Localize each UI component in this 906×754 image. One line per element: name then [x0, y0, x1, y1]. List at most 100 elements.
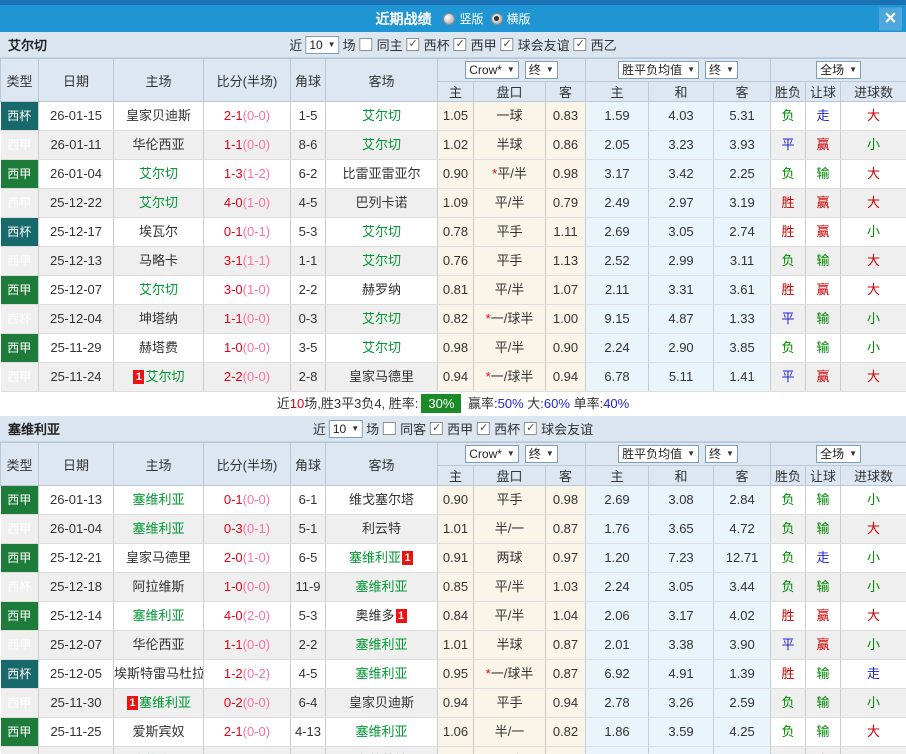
odds-source-select[interactable]: Crow* ▼	[465, 445, 519, 463]
cell-avg-home-odds: 2.06	[585, 601, 650, 631]
cell-result: 负	[770, 572, 807, 602]
cell-avg-draw-odds: 3.05	[648, 572, 715, 602]
cell-goals-result: 大	[840, 601, 906, 631]
cell-home-team: 华伦西亚	[113, 130, 204, 160]
cell-avg-draw-odds: 4.87	[648, 304, 715, 334]
cell-handicap-result: 赢	[805, 630, 842, 660]
league-checkbox-label[interactable]: 西杯	[424, 35, 450, 54]
cell-crown-home-odds: 0.78	[437, 217, 474, 247]
same-venue-checkbox[interactable]	[383, 422, 397, 435]
scope-select[interactable]: 全场 ▼	[816, 445, 862, 463]
avg-odds-group: 胜平负均值 ▼ 终 ▼	[585, 58, 772, 82]
handicap-label: 半球	[496, 637, 523, 652]
close-button[interactable]: ✕	[879, 7, 902, 30]
team-label: 艾尔切	[361, 224, 401, 239]
score-fulltime: 1-0	[223, 340, 243, 355]
cell-goals-result: 小	[840, 485, 906, 515]
cell-goals-result: 大	[840, 159, 906, 189]
team-label: 塞维利亚	[355, 724, 408, 739]
team-label: 塞维利亚	[355, 637, 408, 652]
handicap-label: 平/半	[494, 195, 525, 210]
table-row: 西杯 25-12-04 坤塔纳 1-1(0-0) 0-3 艾尔切 0.82 *一/球半 1.00…	[0, 304, 906, 334]
avg-period-select[interactable]: 终 ▼	[705, 445, 738, 463]
cell-away-team: 比雷亚雷亚尔	[325, 159, 438, 189]
team-label: 塞维利亚	[132, 521, 185, 536]
col-header-score: 比分(半场)	[203, 58, 291, 102]
league-checkbox[interactable]: ✓	[477, 422, 491, 435]
same-venue-label[interactable]: 同主	[377, 35, 403, 54]
red-card-badge: 1	[126, 696, 138, 710]
cell-result: 负	[770, 717, 807, 747]
cell-handicap-result: 赢	[805, 746, 842, 754]
odds-source-group: Crow* ▼ 终 ▼	[436, 442, 587, 466]
team-label: 华伦西亚	[132, 637, 185, 652]
league-checkbox[interactable]: ✓	[453, 38, 467, 51]
league-checkbox[interactable]: ✓	[573, 38, 587, 51]
scope-select[interactable]: 全场 ▼	[816, 61, 862, 79]
league-checkbox-label[interactable]: 球会友谊	[518, 35, 570, 54]
cell-league-type: 西甲	[0, 246, 39, 276]
red-card-badge: 1	[402, 551, 413, 565]
score-halftime: (0-0)	[242, 724, 271, 739]
cell-corners: 1-1	[290, 246, 326, 276]
cell-crown-home-odds: 0.98	[437, 333, 474, 363]
cell-handicap-result: 赢	[805, 130, 842, 160]
same-venue-checkbox[interactable]	[359, 38, 373, 51]
cell-corners: 6-1	[290, 485, 326, 515]
match-count-select[interactable]: 10 ▼	[305, 35, 340, 54]
team-label: 艾尔切	[138, 282, 178, 297]
avg-odds-select[interactable]: 胜平负均值 ▼	[618, 61, 700, 79]
cell-avg-away-odds: 1.39	[713, 659, 772, 689]
handicap-label: 半/一	[494, 521, 525, 536]
team-label: 艾尔切	[361, 340, 401, 355]
cell-away-team: 皇家马德里	[325, 362, 438, 392]
league-checkbox[interactable]: ✓	[406, 38, 420, 51]
cell-corners: 1-5	[290, 101, 326, 131]
cell-avg-draw-odds: 3.05	[648, 217, 715, 247]
handicap-label: 平手	[496, 253, 523, 268]
league-checkbox-label[interactable]: 西杯	[494, 419, 520, 438]
score-halftime: (0-0)	[242, 492, 271, 507]
handicap-label: 平手	[496, 224, 523, 239]
odds-period-select[interactable]: 终 ▼	[524, 61, 558, 79]
odds-period-select[interactable]: 终 ▼	[524, 445, 558, 463]
league-checkbox-label[interactable]: 球会友谊	[541, 419, 593, 438]
league-checkbox[interactable]: ✓	[430, 422, 444, 435]
avg-period-select[interactable]: 终 ▼	[705, 61, 738, 79]
cell-avg-home-odds: 2.78	[585, 688, 650, 718]
avg-odds-select[interactable]: 胜平负均值 ▼	[618, 445, 700, 463]
cell-crown-away-odds: 0.94	[545, 688, 587, 718]
league-checkbox-label[interactable]: 西乙	[591, 35, 617, 54]
cell-home-team: 艾尔切	[113, 188, 204, 218]
table-row: 西甲 25-12-14 塞维利亚 4-0(2-0) 5-3 奥维多 1 0.84 平/半 1.04…	[0, 601, 906, 631]
cell-away-team: 艾尔切	[325, 333, 438, 363]
cell-result: 负	[770, 485, 807, 515]
cell-goals-result: 大	[840, 188, 906, 218]
league-checkbox-label[interactable]: 西甲	[447, 419, 473, 438]
cell-home-team: 塞维利亚	[113, 514, 204, 544]
league-checkbox-label[interactable]: 西甲	[471, 35, 497, 54]
cell-date: 25-12-07	[38, 275, 114, 305]
cell-home-team: 塞维利亚	[113, 601, 204, 631]
league-checkbox[interactable]: ✓	[500, 38, 514, 51]
sub-header-goals: 进球数	[840, 81, 906, 102]
col-header-corner: 角球	[290, 58, 326, 102]
cell-handicap-result: 赢	[805, 275, 842, 305]
cell-handicap-result: 输	[805, 485, 842, 515]
cell-crown-home-odds: 0.90	[437, 485, 474, 515]
odds-source-select[interactable]: Crow* ▼	[465, 61, 519, 79]
layout-radio-vertical[interactable]: 竖版	[443, 10, 484, 27]
score-fulltime: 4-0	[223, 608, 243, 623]
cell-goals-result: 大	[840, 362, 906, 392]
same-venue-label[interactable]: 同客	[400, 419, 426, 438]
cell-home-team: 阿拉维斯	[113, 572, 204, 602]
sub-header-handicap-result: 让球	[805, 81, 842, 102]
league-checkbox[interactable]: ✓	[524, 422, 538, 435]
layout-radio-horizontal[interactable]: 横版	[490, 10, 531, 27]
cell-goals-result: 小	[840, 217, 906, 247]
table-row: 西甲 25-11-29 赫塔费 1-0(0-0) 3-5 艾尔切 0.98 平/半 0.90 2.…	[0, 333, 906, 363]
match-count-select[interactable]: 10 ▼	[328, 419, 364, 438]
cell-crown-home-odds: 0.81	[437, 275, 474, 305]
cell-away-team: 利云特	[325, 514, 438, 544]
chevron-down-icon: ▼	[545, 65, 554, 74]
